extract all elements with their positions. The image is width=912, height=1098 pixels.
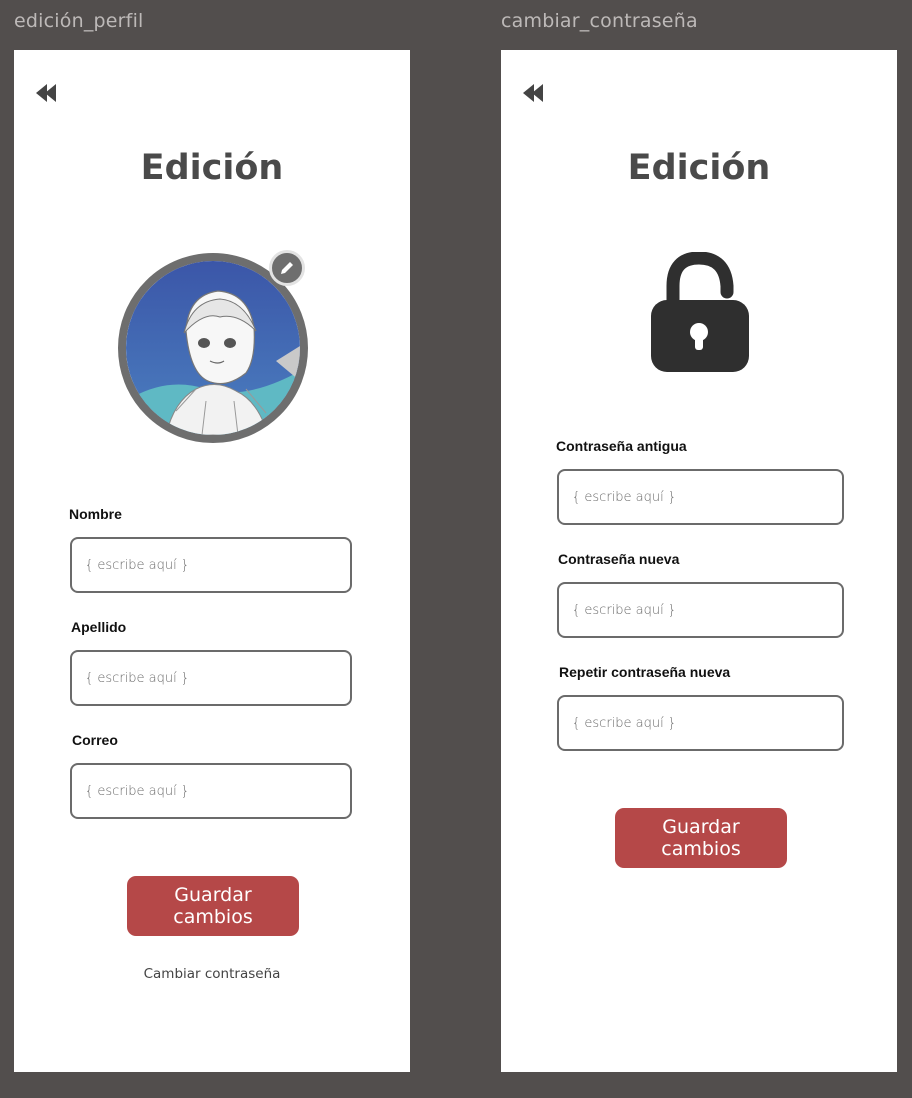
pencil-icon [281,262,293,274]
page-title: Edición [140,148,284,188]
unlocked-padlock-icon [651,252,749,372]
save-button[interactable]: Guardar cambios [127,876,299,936]
profile-picture [126,261,300,435]
page-title: Edición [627,148,771,188]
repeat-password-field[interactable] [557,695,844,751]
apellido-input[interactable] [83,669,350,687]
screen-cambiar-contrasena: Edición Contraseña antigua Contraseña nu… [501,50,897,1072]
save-button[interactable]: Guardar cambios [615,808,787,868]
back-button[interactable] [34,82,62,104]
nombre-input[interactable] [83,556,350,574]
old-password-field[interactable] [557,469,844,525]
apellido-field[interactable] [70,650,352,706]
field-label-repetir-contrasena: Repetir contraseña nueva [559,664,731,680]
screen-edicion-perfil: Edición Nombre {escribe aquí} Apellido… [14,50,410,1072]
double-chevron-left-icon [523,84,543,102]
nombre-field[interactable] [70,537,352,593]
field-label-contrasena-antigua: Contraseña antigua [556,438,687,454]
field-label-apellido: Apellido [71,619,127,635]
field-label-nombre: Nombre [69,506,122,522]
frame-label-cambiar-contrasena: cambiar_contraseña [501,10,698,32]
profile-avatar-section [118,250,308,443]
old-password-input[interactable] [570,488,842,506]
frame-label-edicion-perfil: edición_perfil [14,10,144,32]
new-password-input[interactable] [570,601,842,619]
field-label-contrasena-nueva: Contraseña nueva [558,551,680,567]
correo-field[interactable] [70,763,352,819]
field-label-correo: Correo [72,732,118,748]
edit-avatar-button[interactable] [269,250,305,286]
back-button[interactable] [521,82,549,104]
double-chevron-left-icon [36,84,56,102]
change-password-link[interactable]: Cambiar contraseña [14,966,410,982]
repeat-password-input[interactable] [570,714,842,732]
new-password-field[interactable] [557,582,844,638]
correo-input[interactable] [83,782,350,800]
